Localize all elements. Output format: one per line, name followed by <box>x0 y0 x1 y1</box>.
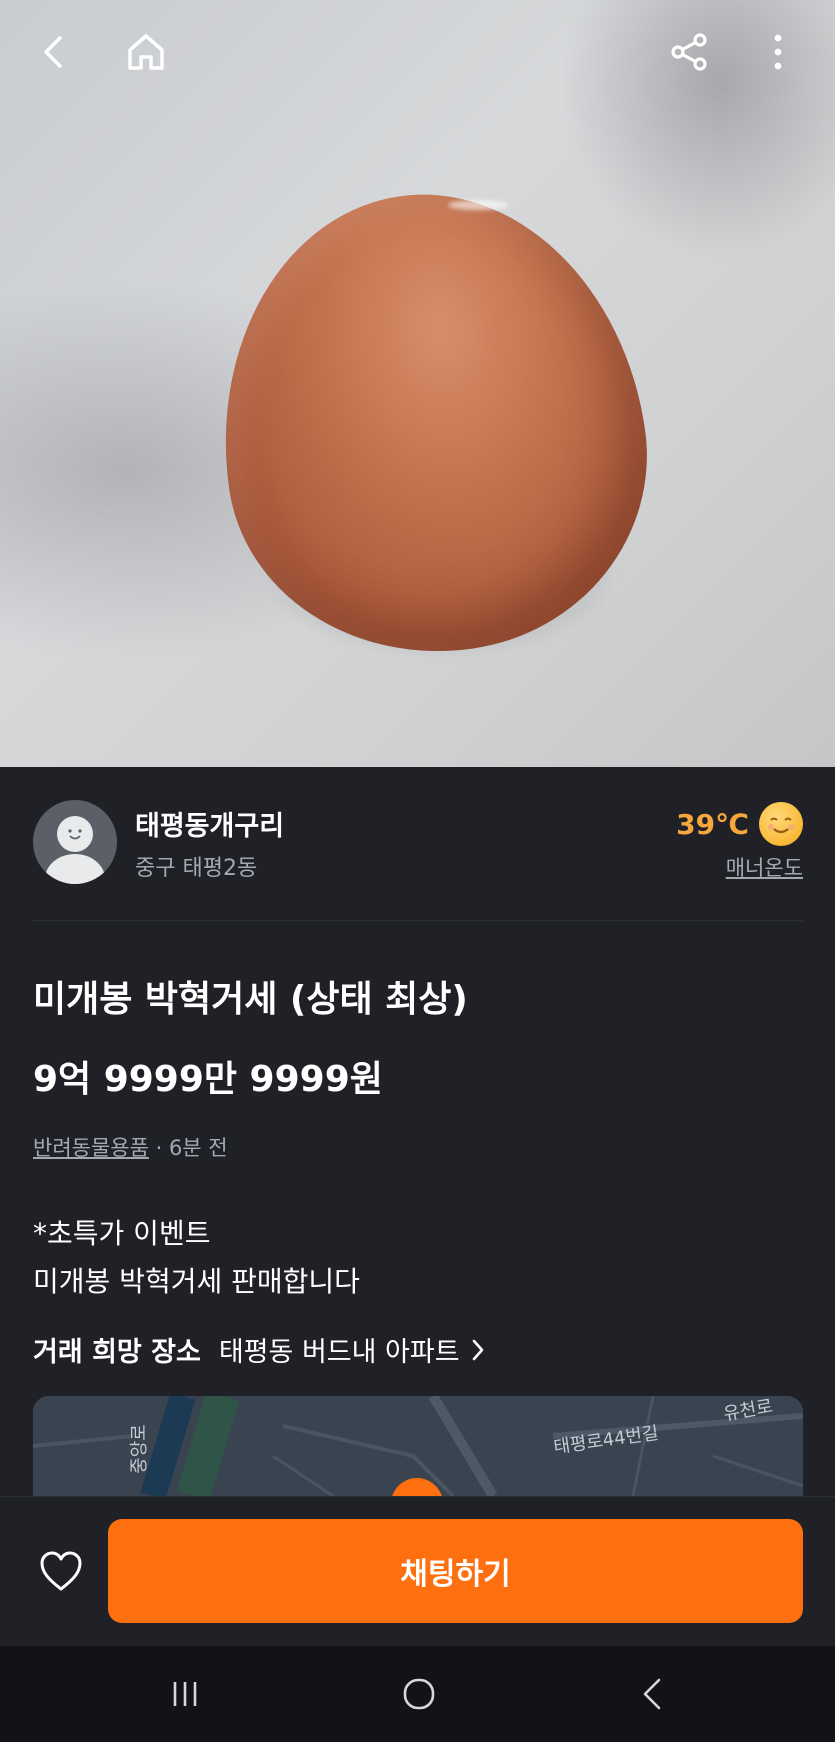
seller-profile[interactable]: 태평동개구리 중구 태평2동 39℃ 매너온도 <box>33 800 803 890</box>
home-nav-button[interactable] <box>389 1670 449 1718</box>
item-description: *초특가 이벤트 미개봉 박혁거세 판매합니다 <box>33 1210 360 1306</box>
more-button[interactable] <box>750 24 806 80</box>
more-vertical-icon <box>774 34 782 70</box>
heart-icon[interactable] <box>38 1549 84 1593</box>
home-icon <box>128 34 164 70</box>
share-icon <box>671 33 707 71</box>
description-line: *초특가 이벤트 <box>33 1217 211 1250</box>
back-button[interactable] <box>26 24 82 80</box>
avatar[interactable] <box>33 800 117 884</box>
system-navigation-bar <box>0 1646 835 1742</box>
item-price: 9억 9999만 9999원 <box>33 1059 383 1100</box>
category-link[interactable]: 반려동물용품 <box>33 1136 149 1160</box>
divider <box>33 920 803 921</box>
recent-apps-button[interactable] <box>155 1670 215 1718</box>
temperature-value: 39℃ <box>676 807 749 841</box>
back-arrow-icon <box>643 1678 661 1710</box>
recent-apps-icon <box>173 1682 197 1706</box>
map-road-label: 중앙로 <box>128 1424 150 1474</box>
description-line: 미개봉 박혁거세 판매합니다 <box>33 1265 360 1298</box>
smile-face-icon <box>759 802 803 846</box>
posted-time: · 6분 전 <box>148 1136 228 1160</box>
seller-location: 중구 태평2동 <box>135 856 258 881</box>
trade-place-label: 거래 희망 장소 <box>33 1337 201 1368</box>
trade-place-row[interactable]: 거래 희망 장소 태평동 버드내 아파트 <box>33 1330 488 1369</box>
chevron-right-icon <box>472 1339 483 1360</box>
product-photo[interactable] <box>0 0 835 767</box>
item-meta: 반려동물용품 · 6분 전 <box>33 1132 228 1162</box>
chevron-left-icon <box>44 36 62 68</box>
home-button[interactable] <box>118 24 174 80</box>
trade-place-value: 태평동 버드내 아파트 <box>218 1337 460 1368</box>
share-button[interactable] <box>661 24 717 80</box>
chat-button[interactable]: 채팅하기 <box>108 1519 803 1623</box>
bottom-action-bar: 채팅하기 <box>0 1496 835 1646</box>
product-detail-page: 태평동개구리 중구 태평2동 39℃ 매너온도 미개봉 박혁거세 (상태 최상)… <box>0 0 835 1742</box>
home-circle-icon <box>403 1678 435 1710</box>
back-nav-button[interactable] <box>623 1670 683 1718</box>
item-title: 미개봉 박혁거세 (상태 최상) <box>33 979 468 1020</box>
seller-name: 태평동개구리 <box>135 811 285 842</box>
trade-place-map[interactable]: 태평로44번길 중앙로 유천로 <box>33 1396 803 1496</box>
manner-temperature-link[interactable]: 매너온도 <box>726 852 803 882</box>
manner-temperature: 39℃ <box>676 802 803 846</box>
